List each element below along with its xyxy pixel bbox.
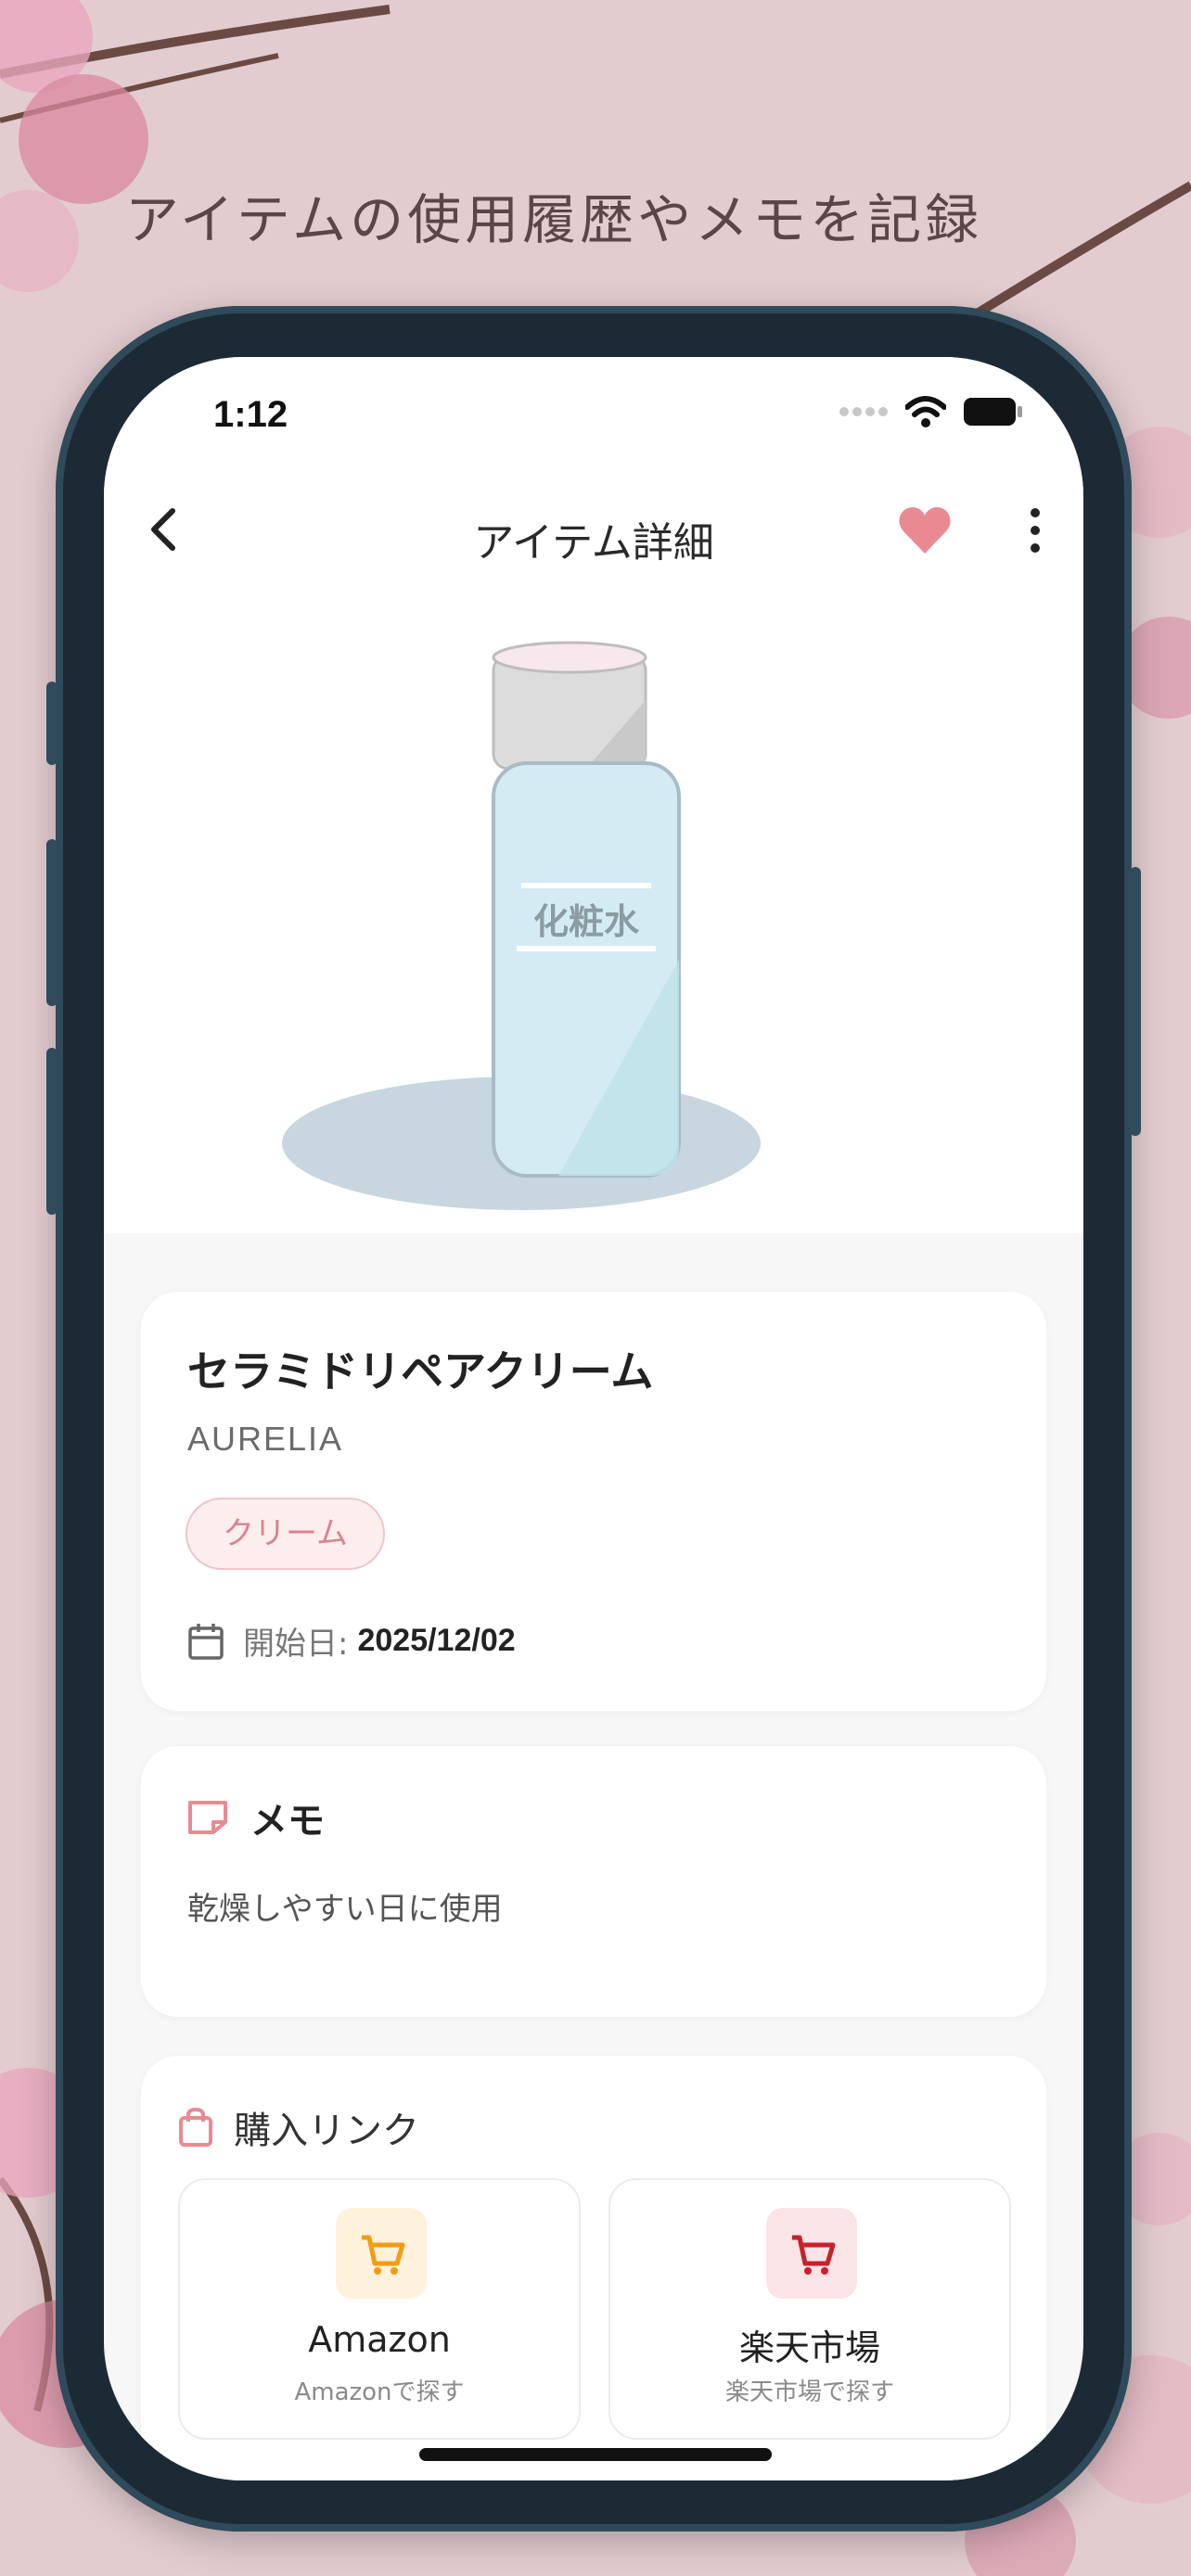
promo-caption: アイテムの使用履歴やメモを記録: [124, 188, 983, 251]
home-indicator[interactable]: [419, 2448, 772, 2461]
start-date-row: 開始日: 2025/12/02: [187, 1618, 516, 1664]
amazon-link-button[interactable]: Amazon Amazonで探す: [178, 2178, 581, 2440]
nav-bar: アイテム詳細: [104, 468, 1083, 589]
store-name: 楽天市場: [738, 2327, 880, 2368]
store-subtitle: Amazonで探す: [294, 2378, 465, 2406]
purchase-links-title: 購入リンク: [234, 2110, 419, 2152]
cart-icon: [362, 2235, 405, 2275]
more-options-icon[interactable]: [1024, 505, 1046, 555]
store-name: Amazon: [308, 2319, 451, 2360]
signal-icon: [839, 407, 888, 416]
purchase-links-card: 購入リンク Amazon Amazonで探す 楽天市場 楽天市場で探す: [141, 2056, 1046, 2480]
status-bar: 1:12: [104, 357, 1083, 468]
mute-switch: [46, 682, 58, 765]
shopping-bag-icon: [179, 2107, 212, 2147]
app-screen: 1:12 アイテム詳細 化粧水 セラミドリペアクリーム AURELIA クリーム…: [104, 357, 1083, 2480]
wifi-icon: [905, 396, 946, 427]
category-badge: クリーム: [186, 1498, 385, 1570]
volume-up-button: [46, 839, 58, 1006]
start-date-label: 開始日:: [243, 1626, 349, 1663]
favorite-heart-icon[interactable]: [898, 505, 952, 555]
lotion-bottle-illustration: 化粧水: [282, 641, 761, 1210]
store-icon-box: [766, 2208, 857, 2299]
bottle-label: 化粧水: [533, 901, 640, 942]
note-icon: [188, 1801, 227, 1834]
store-icon-box: [336, 2208, 427, 2299]
item-brand: AURELIA: [187, 1420, 344, 1458]
volume-down-button: [46, 1048, 58, 1215]
item-info-card: セラミドリペアクリーム AURELIA クリーム 開始日: 2025/12/02: [141, 1292, 1046, 1711]
store-subtitle: 楽天市場で探す: [724, 2378, 894, 2406]
item-name: セラミドリペアクリーム: [187, 1346, 654, 1396]
calendar-icon: [188, 1623, 224, 1660]
memo-title: メモ: [250, 1800, 325, 1843]
start-date-value: 2025/12/02: [357, 1623, 516, 1658]
power-button: [1130, 867, 1141, 1136]
rakuten-link-button[interactable]: 楽天市場 楽天市場で探す: [608, 2178, 1011, 2440]
memo-card: メモ 乾燥しやすい日に使用: [141, 1746, 1046, 2017]
status-time: 1:12: [213, 394, 288, 435]
item-image: 化粧水: [104, 589, 1083, 1233]
memo-text: 乾燥しやすい日に使用: [187, 1891, 503, 1928]
battery-icon: [964, 398, 1022, 426]
cart-icon: [792, 2235, 836, 2275]
